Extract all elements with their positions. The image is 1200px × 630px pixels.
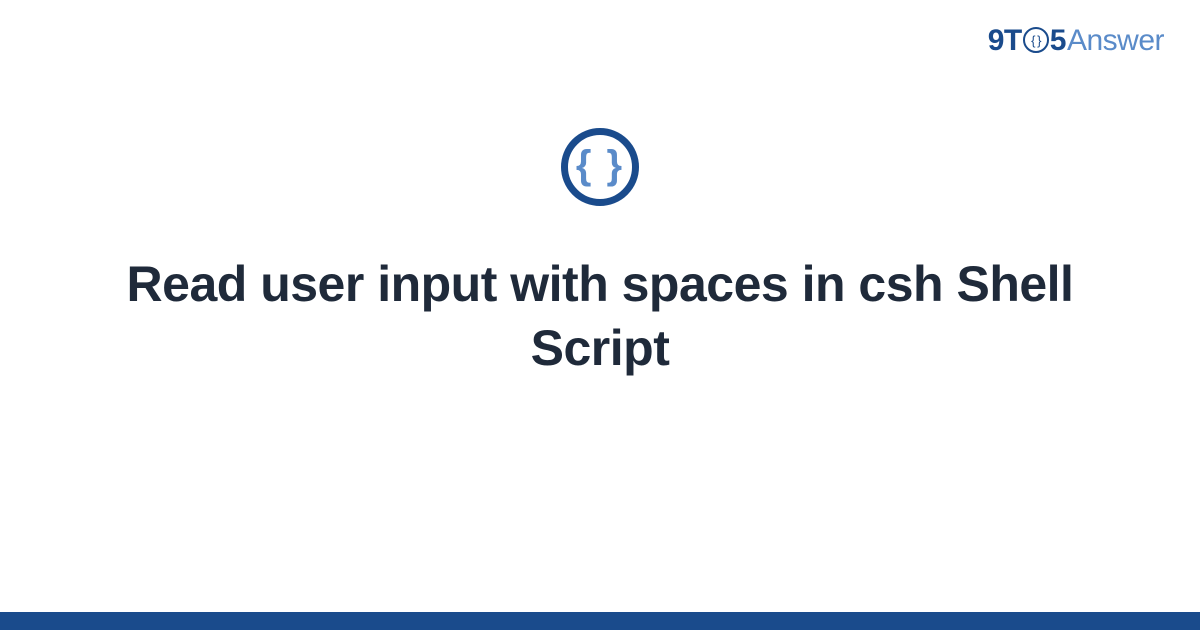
brand-o-inner-braces: { } (1031, 34, 1040, 47)
category-icon-circle: { } (561, 128, 639, 206)
code-braces-icon: { } (576, 145, 624, 185)
brand-text-5: 5 (1050, 24, 1066, 58)
footer-bar (0, 612, 1200, 630)
brand-text-answer: Answer (1067, 24, 1164, 58)
brand-logo: 9T { } 5 Answer (988, 24, 1164, 58)
page-title: Read user input with spaces in csh Shell… (70, 252, 1130, 380)
brand-o-circle: { } (1023, 27, 1049, 53)
brand-text-9t: 9T (988, 24, 1022, 58)
main-content: { } Read user input with spaces in csh S… (0, 128, 1200, 380)
